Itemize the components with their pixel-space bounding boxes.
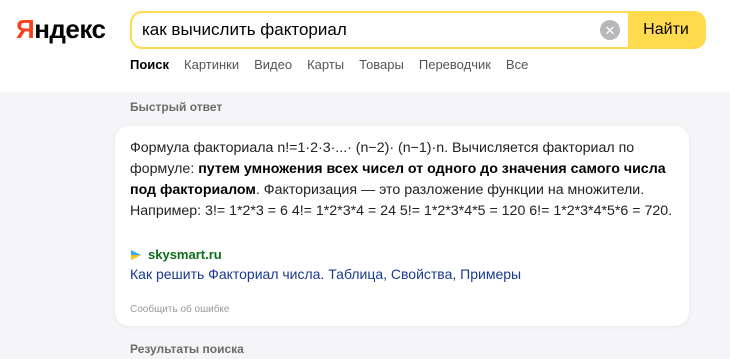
results-title: Результаты поиска [130,342,244,356]
tab-search[interactable]: Поиск [130,57,169,72]
search-tabs: Поиск Картинки Видео Карты Товары Перево… [130,57,543,72]
search-input[interactable] [132,14,582,46]
tab-maps[interactable]: Карты [307,57,344,72]
report-error-link[interactable]: Сообщить об ошибке [130,304,229,315]
search-field: ✕ [132,13,628,47]
source-domain: skysmart.ru [148,247,222,262]
quick-answer-card: Формула факториала n!=1·2·3·...· (n−2)· … [115,126,689,326]
source-title-link[interactable]: Как решить Факториал числа. Таблица, Сво… [130,266,521,282]
yandex-logo[interactable]: Яндекс [16,14,106,44]
tab-products[interactable]: Товары [359,57,404,72]
skysmart-play-icon [131,249,141,260]
logo-first-letter: Я [16,14,35,44]
clear-icon[interactable]: ✕ [600,20,620,40]
answer-text: Формула факториала n!=1·2·3·...· (n−2)· … [130,138,675,222]
search-bar: ✕ Найти [130,11,706,49]
header: Яндекс ✕ Найти Поиск Картинки Видео Карт… [0,0,730,92]
tab-video[interactable]: Видео [254,57,292,72]
source-domain-link[interactable]: skysmart.ru [130,247,222,262]
tab-images[interactable]: Картинки [184,57,239,72]
quick-answer-title: Быстрый ответ [130,100,223,114]
logo-rest: ндекс [34,14,106,44]
tab-translator[interactable]: Переводчик [419,57,491,72]
tab-all[interactable]: Все [506,57,528,72]
search-button[interactable]: Найти [628,13,704,47]
